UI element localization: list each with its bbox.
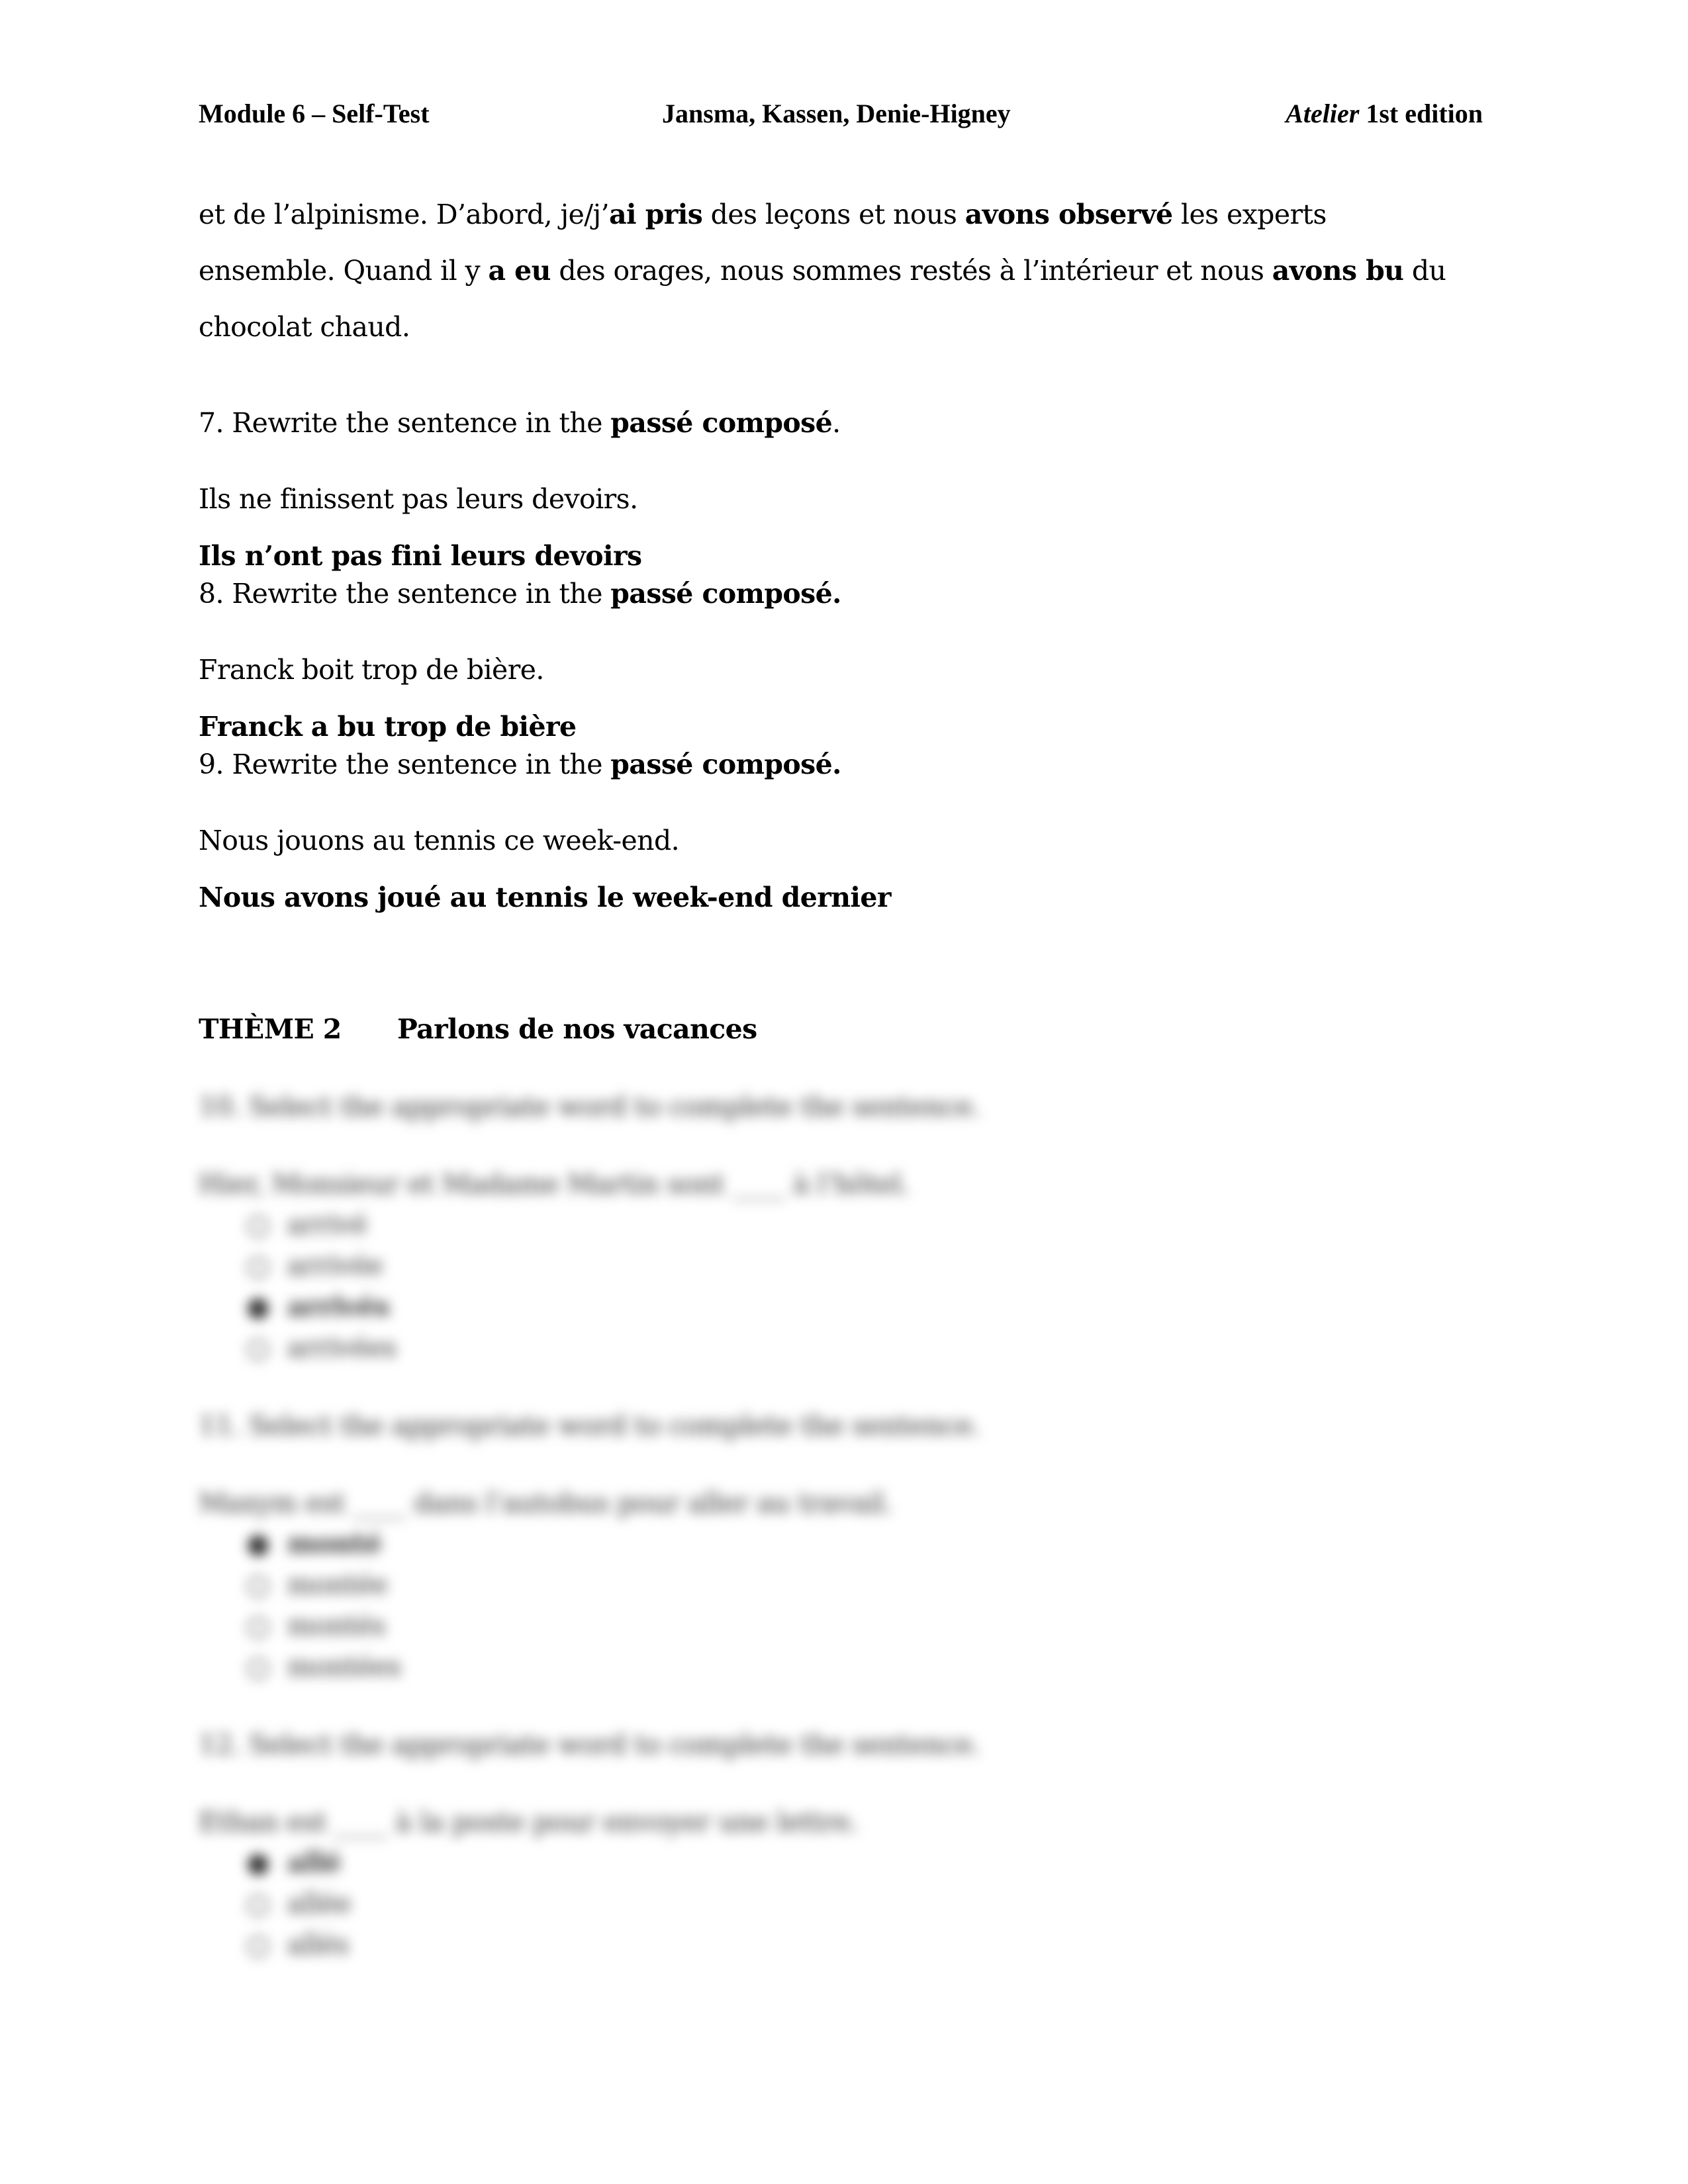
question-prompt-emphasis: passé composé. <box>610 749 841 780</box>
option-item[interactable]: ○ montés <box>246 1610 386 1641</box>
passage-text: du <box>1403 255 1446 287</box>
question-8-sentence: Franck boit trop de bière. <box>199 654 544 686</box>
radio-empty-icon: ○ <box>246 1651 270 1682</box>
radio-empty-icon: ○ <box>246 1929 270 1960</box>
running-header: Module 6 – Self-Test Jansma, Kassen, Den… <box>199 98 1483 138</box>
passage-line-2: ensemble. Quand il y a eu des orages, no… <box>199 255 1446 287</box>
answer-text: Franck a bu trop de bière <box>199 711 577 743</box>
option-item-selected[interactable]: ● arrivés <box>246 1291 390 1322</box>
option-label: allée <box>287 1888 352 1919</box>
question-prompt-emphasis: passé composé <box>610 407 833 439</box>
header-edition-label: 1st edition <box>1359 99 1483 128</box>
passage-line-1: et de l’alpinisme. D’abord, je/j’ai pris… <box>199 199 1327 230</box>
option-label: montées <box>287 1651 401 1682</box>
option-label: arrivés <box>287 1291 390 1322</box>
option-item-selected[interactable]: ● monté <box>246 1527 382 1559</box>
radio-empty-icon: ○ <box>246 1569 270 1600</box>
option-label: allés <box>287 1929 350 1960</box>
option-label: monté <box>287 1527 382 1559</box>
passage-text: des orages, nous sommes restés à l’intér… <box>550 255 1272 287</box>
radio-selected-icon: ● <box>246 1527 270 1559</box>
radio-selected-icon: ● <box>246 1291 270 1322</box>
question-7-prompt: 7. Rewrite the sentence in the passé com… <box>199 407 841 439</box>
option-label: arrivées <box>287 1332 397 1363</box>
passage-verb-highlight: avons observé <box>964 199 1173 230</box>
question-prompt-tail: . <box>832 407 841 439</box>
question-12-sentence: Ethan est ____ à la poste pour envoyer u… <box>199 1806 859 1838</box>
theme-title: Parlons de nos vacances <box>397 1013 757 1045</box>
theme-heading: THÈME 2 Parlons de nos vacances <box>199 1013 757 1045</box>
radio-selected-icon: ● <box>246 1846 270 1878</box>
option-item[interactable]: ○ montée <box>246 1569 388 1600</box>
radio-empty-icon: ○ <box>246 1250 270 1281</box>
passage-text: les experts <box>1172 199 1327 230</box>
passage-verb-highlight: a eu <box>488 255 551 287</box>
question-9-sentence: Nous jouons au tennis ce week-end. <box>199 825 680 856</box>
question-8-answer: Franck a bu trop de bière <box>199 711 577 743</box>
header-authors: Jansma, Kassen, Denie-Higney <box>662 99 1011 128</box>
question-10-prompt: 10. Select the appropriate word to compl… <box>199 1091 980 1122</box>
option-item[interactable]: ○ allée <box>246 1888 352 1919</box>
answer-text: Ils n’ont pas fini leurs devoirs <box>199 540 642 572</box>
option-item[interactable]: ○ allés <box>246 1929 350 1960</box>
option-item-selected[interactable]: ● allé <box>246 1846 342 1878</box>
question-prompt-text: 7. Rewrite the sentence in the <box>199 407 611 439</box>
question-12-prompt: 12. Select the appropriate word to compl… <box>199 1729 980 1760</box>
radio-empty-icon: ○ <box>246 1888 270 1919</box>
passage-text: et de l’alpinisme. D’abord, je/j’ <box>199 199 610 230</box>
question-11-sentence: Maxym est ____ dans l’autobus pour aller… <box>199 1487 893 1519</box>
document-page: Module 6 – Self-Test Jansma, Kassen, Den… <box>0 0 1688 2184</box>
question-9-prompt: 9. Rewrite the sentence in the passé com… <box>199 749 841 780</box>
option-label: arrivée <box>287 1250 383 1281</box>
option-item[interactable]: ○ arrivées <box>246 1332 397 1363</box>
question-11-prompt: 11. Select the appropriate word to compl… <box>199 1410 980 1441</box>
passage-text: ensemble. Quand il y <box>199 255 489 287</box>
question-prompt-emphasis: passé composé. <box>610 578 841 610</box>
option-label: allé <box>287 1846 342 1878</box>
theme-number: THÈME 2 <box>199 1013 342 1045</box>
radio-empty-icon: ○ <box>246 1332 270 1363</box>
question-prompt-text: 9. Rewrite the sentence in the <box>199 749 611 780</box>
question-10-sentence: Hier, Monsieur et Madame Martin sont ___… <box>199 1168 910 1200</box>
option-item[interactable]: ○ arrivé <box>246 1208 367 1240</box>
question-7-answer: Ils n’ont pas fini leurs devoirs <box>199 540 642 572</box>
option-label: montée <box>287 1569 388 1600</box>
passage-line-3: chocolat chaud. <box>199 311 410 343</box>
option-item[interactable]: ○ montées <box>246 1651 401 1682</box>
option-label: arrivé <box>287 1208 367 1240</box>
radio-empty-icon: ○ <box>246 1208 270 1240</box>
option-label: montés <box>287 1610 386 1641</box>
question-prompt-text: 8. Rewrite the sentence in the <box>199 578 611 610</box>
passage-verb-highlight: avons bu <box>1272 255 1404 287</box>
question-7-sentence: Ils ne finissent pas leurs devoirs. <box>199 483 638 515</box>
question-8-prompt: 8. Rewrite the sentence in the passé com… <box>199 578 841 610</box>
header-module-title: Module 6 – Self-Test <box>199 99 430 128</box>
header-book-title: Atelier <box>1286 99 1360 128</box>
option-item[interactable]: ○ arrivée <box>246 1250 383 1281</box>
passage-text: des leçons et nous <box>702 199 965 230</box>
radio-empty-icon: ○ <box>246 1610 270 1641</box>
answer-text: Nous avons joué au tennis le week-end de… <box>199 882 891 913</box>
passage-verb-highlight: ai pris <box>609 199 703 230</box>
header-edition: Atelier 1st edition <box>1286 98 1483 129</box>
question-9-answer: Nous avons joué au tennis le week-end de… <box>199 882 891 913</box>
